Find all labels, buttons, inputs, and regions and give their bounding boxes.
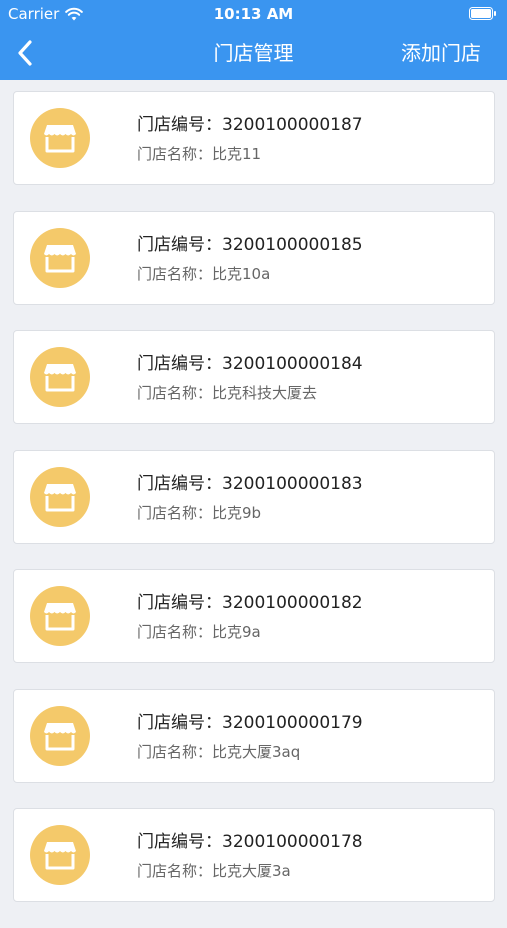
store-code-label: 门店编号： (137, 593, 222, 613)
store-icon (44, 244, 76, 272)
store-code-value: 3200100000183 (222, 473, 363, 494)
store-code-value: 3200100000184 (222, 354, 363, 374)
store-name-value: 比克10a (212, 264, 271, 283)
store-icon (44, 364, 76, 392)
store-avatar (30, 705, 90, 766)
store-code-label: 门店编号： (137, 115, 222, 135)
store-name: 门店名称：比克大厦3a (137, 861, 291, 881)
store-card[interactable]: 门店编号：3200100000187 门店名称：比克11 (13, 91, 495, 185)
store-code: 门店编号：3200100000179 (137, 712, 363, 734)
store-name-value: 比克9b (212, 503, 262, 522)
store-code: 门店编号：3200100000184 (137, 353, 363, 375)
store-name: 门店名称：比克10a (137, 264, 270, 284)
store-list: 门店编号：3200100000187 门店名称：比克11 门店编号：320010… (13, 91, 495, 928)
store-name: 门店名称：比克11 (137, 144, 261, 164)
store-code-value: 3200100000185 (222, 234, 363, 255)
store-code-value: 3200100000187 (222, 115, 363, 135)
store-name-value: 比克11 (212, 145, 262, 163)
store-name: 门店名称：比克9a (137, 622, 261, 642)
store-name-label: 门店名称： (137, 742, 213, 761)
store-card[interactable]: 门店编号：3200100000185 门店名称：比克10a (13, 210, 495, 305)
status-bar: Carrier 10:13 AM (0, 0, 507, 28)
store-avatar (30, 466, 90, 527)
store-code-label: 门店编号： (137, 234, 222, 255)
store-name-label: 门店名称： (137, 623, 213, 641)
store-name-value: 比克9a (212, 623, 261, 641)
store-name: 门店名称：比克科技大厦去 (137, 383, 317, 403)
store-code-value: 3200100000178 (222, 832, 363, 852)
store-icon (44, 603, 76, 631)
store-card[interactable]: 门店编号：3200100000184 门店名称：比克科技大厦去 (13, 330, 495, 424)
store-code-label: 门店编号： (137, 473, 222, 494)
add-store-button[interactable]: 添加门店 (401, 40, 481, 66)
store-name-label: 门店名称： (137, 264, 213, 283)
store-avatar (30, 825, 90, 885)
store-icon (44, 842, 76, 870)
store-name-label: 门店名称： (137, 862, 213, 880)
store-code: 门店编号：3200100000178 (137, 831, 363, 853)
store-code-value: 3200100000179 (222, 712, 363, 733)
store-icon (44, 722, 76, 750)
store-code-label: 门店编号： (137, 712, 222, 733)
store-avatar (30, 108, 90, 168)
store-card[interactable]: 门店编号：3200100000179 门店名称：比克大厦3aq (13, 688, 495, 783)
store-name-label: 门店名称： (137, 145, 213, 163)
status-time: 10:13 AM (213, 5, 294, 23)
store-name-value: 比克科技大厦去 (212, 384, 318, 402)
store-code-label: 门店编号： (137, 354, 222, 374)
store-code: 门店编号：3200100000185 (137, 234, 363, 256)
store-name: 门店名称：比克9b (137, 503, 261, 523)
store-code: 门店编号：3200100000183 (137, 473, 363, 495)
store-code: 门店编号：3200100000187 (137, 114, 363, 136)
store-card[interactable]: 门店编号：3200100000178 门店名称：比克大厦3a (13, 808, 495, 902)
store-name: 门店名称：比克大厦3aq (137, 742, 300, 762)
app-header: Carrier 10:13 AM 门店管理 添加门店 (0, 0, 507, 80)
navigation-bar: 门店管理 添加门店 (0, 28, 507, 80)
store-avatar (30, 347, 90, 407)
store-name-value: 比克大厦3aq (212, 742, 301, 761)
store-avatar (30, 586, 90, 646)
store-card[interactable]: 门店编号：3200100000182 门店名称：比克9a (13, 569, 495, 663)
store-icon (44, 125, 76, 153)
battery-icon (469, 7, 496, 20)
store-avatar (30, 227, 90, 288)
store-icon (44, 483, 76, 511)
store-name-label: 门店名称： (137, 384, 213, 402)
store-code: 门店编号：3200100000182 (137, 592, 363, 614)
store-name-value: 比克大厦3a (212, 862, 291, 880)
store-name-label: 门店名称： (137, 503, 213, 522)
store-code-value: 3200100000182 (222, 593, 363, 613)
store-card[interactable]: 门店编号：3200100000183 门店名称：比克9b (13, 449, 495, 544)
store-code-label: 门店编号： (137, 832, 222, 852)
